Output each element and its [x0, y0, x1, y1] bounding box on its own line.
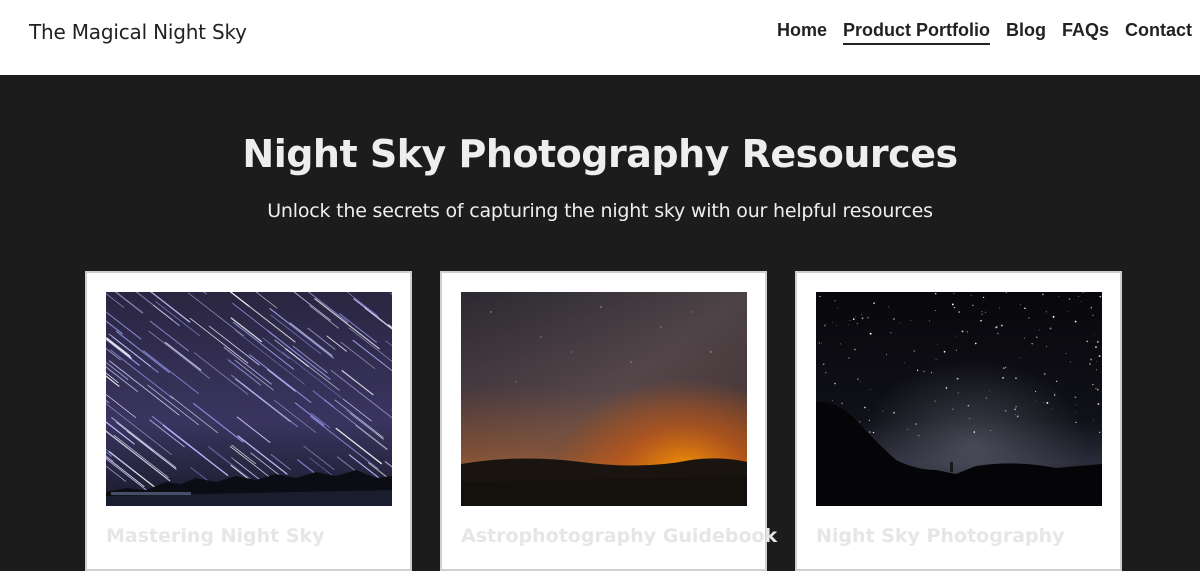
main-nav: Home Product Portfolio Blog FAQs Contact: [777, 20, 1192, 45]
card-title[interactable]: Night Sky Photography: [816, 525, 1065, 547]
nav-faqs[interactable]: FAQs: [1062, 20, 1109, 45]
resources-section: Night Sky Photography Resources Unlock t…: [0, 75, 1200, 559]
star-trails-photo[interactable]: [106, 292, 392, 506]
starry-night-hills-photo[interactable]: [816, 292, 1102, 506]
resource-card-astrophotography-guidebook[interactable]: Astrophotography Guidebook: [440, 271, 767, 571]
site-title[interactable]: The Magical Night Sky: [29, 20, 247, 44]
page-subtitle: Unlock the secrets of capturing the nigh…: [0, 200, 1200, 222]
resource-card-night-sky-photography[interactable]: Night Sky Photography: [795, 271, 1122, 571]
nav-home[interactable]: Home: [777, 20, 827, 45]
page-title: Night Sky Photography Resources: [0, 132, 1200, 176]
resource-card-mastering-night-sky[interactable]: Mastering Night Sky: [85, 271, 412, 571]
card-title[interactable]: Astrophotography Guidebook: [461, 525, 777, 547]
card-title[interactable]: Mastering Night Sky: [106, 525, 325, 547]
milky-way-sunset-photo[interactable]: [461, 292, 747, 506]
nav-contact[interactable]: Contact: [1125, 20, 1192, 45]
site-header: The Magical Night Sky Home Product Portf…: [0, 0, 1200, 75]
nav-product-portfolio[interactable]: Product Portfolio: [843, 20, 990, 45]
nav-blog[interactable]: Blog: [1006, 20, 1046, 45]
